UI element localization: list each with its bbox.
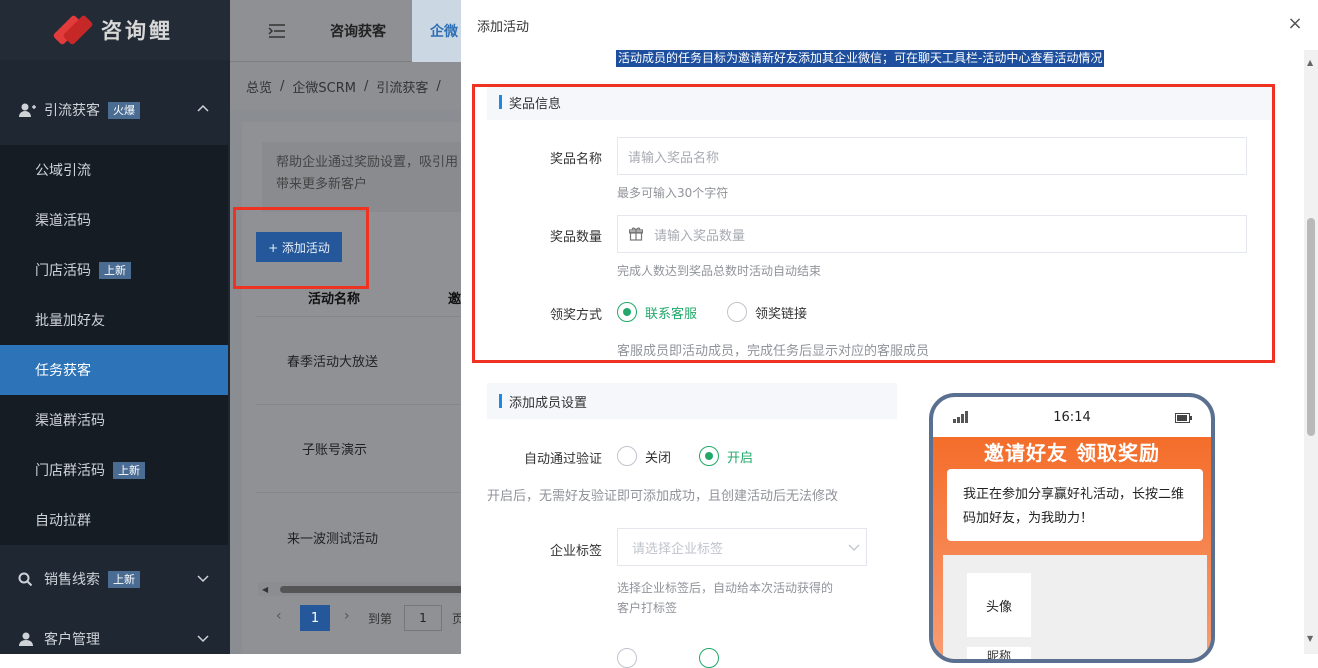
desc-line: 带来更多新客户 (276, 177, 368, 192)
sidebar-item-batch-add-friends[interactable]: 批量加好友 (0, 295, 228, 345)
breadcrumb-separator: / (364, 78, 369, 94)
sidebar-item-label: 任务获客 (35, 363, 91, 379)
radio-unchecked-icon[interactable] (617, 648, 637, 668)
radio-checked-icon (699, 446, 719, 466)
phone-status-bar: 16:14 (933, 397, 1211, 437)
app-name: 咨询鲤 (101, 19, 173, 43)
radio-checked-icon[interactable] (699, 648, 719, 668)
sidebar-item-label: 渠道活码 (35, 213, 91, 229)
sidebar-group-lead-gen[interactable]: 引流获客 火爆 (0, 85, 230, 135)
new-badge: 上新 (113, 461, 145, 479)
scroll-left-icon: ◀ (262, 585, 269, 594)
tag-select-placeholder: 请选择企业标签 (632, 541, 724, 557)
page-description: 帮助企业通过奖励设置，吸引用户 带来更多新客户 (262, 142, 472, 212)
poster-message: 我正在参加分享赢好礼活动，长按二维码加好友，为我助力！ (947, 469, 1203, 541)
enterprise-tag-hint: 选择企业标签后，自动给本次活动获得的 客户打标签 (617, 578, 833, 618)
breadcrumb: 总览 / 企微SCRM / 引流获客 / (230, 62, 470, 110)
user-icon (18, 632, 36, 646)
radio-unchecked-icon (617, 446, 637, 466)
scrollbar-thumb[interactable] (280, 586, 464, 593)
sidebar-item-label: 门店活码 (35, 263, 91, 279)
sidebar-item-label: 自动拉群 (35, 513, 91, 529)
scroll-down-icon: ▼ (1307, 634, 1314, 643)
desc-line: 帮助企业通过奖励设置，吸引用户 (276, 155, 458, 170)
table-row[interactable]: 子账号演示 (256, 405, 466, 493)
sidebar-group-label: 引流获客 (44, 103, 100, 119)
sidebar-item-public-traffic[interactable]: 公域引流 (0, 145, 228, 195)
table-row[interactable]: 来一波测试活动 (256, 493, 466, 581)
phone-time: 16:14 (1053, 409, 1091, 425)
auto-verify-off-radio[interactable]: 关闭 (617, 446, 671, 466)
next-page-icon[interactable]: › (344, 608, 350, 624)
new-badge: 上新 (99, 261, 131, 279)
radio-label: 关闭 (645, 450, 672, 466)
sidebar-group-label: 销售线索 (44, 572, 100, 588)
signal-icon (953, 411, 969, 427)
breadcrumb-item[interactable]: 引流获客 (376, 77, 428, 96)
goto-label: 到第 (368, 612, 393, 626)
sidebar-item-channel-group-code[interactable]: 渠道群活码 (0, 395, 228, 445)
sidebar-item-label: 渠道群活码 (35, 413, 105, 429)
new-badge: 上新 (108, 570, 140, 588)
hint-line: 客户打标签 (617, 601, 678, 615)
logo-mark-icon (52, 13, 94, 47)
enterprise-tag-label: 企业标签 (549, 544, 602, 559)
col-header-name: 活动名称 (308, 291, 361, 307)
user-add-icon (18, 103, 36, 117)
chevron-down-icon (196, 632, 210, 650)
poster-headline: 邀请好友 领取奖励 (984, 441, 1160, 465)
app-logo[interactable]: 咨询鲤 (0, 0, 230, 60)
hint-line: 选择企业标签后，自动给本次活动获得的 (617, 581, 834, 595)
sidebar-item-label: 公域引流 (35, 163, 91, 179)
prev-page-icon[interactable]: ‹ (276, 608, 282, 624)
sidebar-group-sales-leads[interactable]: 销售线索 上新 (0, 554, 230, 604)
search-icon (18, 572, 36, 587)
section-member-settings: 添加成员设置 (487, 383, 897, 419)
selected-description-text: 活动成员的任务目标为邀请新好友添加其企业微信；可在聊天工具栏-活动中心查看活动情… (616, 50, 1105, 67)
sidebar-item-store-code[interactable]: 门店活码 上新 (0, 245, 228, 295)
breadcrumb-item[interactable]: 企微SCRM (292, 77, 356, 96)
sidebar-group-customer-management[interactable]: 客户管理 (0, 614, 230, 664)
sidebar-item-auto-group[interactable]: 自动拉群 (0, 495, 228, 545)
activity-name: 春季活动大放送 (287, 355, 379, 370)
chevron-down-icon (196, 572, 210, 590)
sidebar-item-task-acquisition[interactable]: 任务获客 (0, 345, 228, 395)
auto-verify-label: 自动通过验证 (523, 452, 602, 467)
annotation-highlight-box (472, 84, 1275, 363)
annotation-highlight-box (233, 207, 369, 289)
breadcrumb-item[interactable]: 总览 (246, 77, 272, 96)
sidebar-group-label: 客户管理 (44, 632, 100, 648)
scrollbar-thumb[interactable] (1307, 218, 1315, 436)
sidebar-item-channel-code[interactable]: 渠道活码 (0, 195, 228, 245)
chevron-up-icon (196, 101, 210, 119)
horizontal-scrollbar[interactable]: ◀ (258, 582, 464, 596)
goto-page-input[interactable]: 1 (404, 605, 442, 631)
auto-verify-hint: 开启后，无需好友验证即可添加成功，且创建活动后无法修改 (487, 489, 839, 504)
activity-name: 来一波测试活动 (287, 531, 379, 547)
sidebar-item-label: 门店群活码 (35, 463, 105, 479)
drawer-title: 添加活动 (477, 19, 530, 35)
avatar: 头像 (967, 573, 1031, 637)
menu-fold-icon[interactable] (268, 23, 286, 43)
close-icon[interactable]: × (1284, 13, 1306, 35)
radio-label: 开启 (727, 450, 754, 466)
chevron-down-icon (848, 542, 860, 557)
battery-icon (1175, 412, 1193, 427)
phone-preview: 16:14 邀请好友 领取奖励 我正在参加分享赢好礼活动，长按二维码加好友，为我… (929, 393, 1215, 663)
auto-verify-on-radio[interactable]: 开启 (699, 446, 753, 466)
sidebar-item-label: 批量加好友 (35, 313, 105, 329)
activity-name: 子账号演示 (302, 443, 368, 458)
breadcrumb-separator: / (436, 78, 441, 94)
table-row[interactable]: 春季活动大放送 (256, 317, 466, 405)
hot-badge: 火爆 (108, 101, 140, 119)
tab-consult[interactable]: 咨询获客 (330, 0, 386, 62)
page-number-current[interactable]: 1 (300, 605, 330, 631)
nickname: 昵称 (967, 647, 1031, 659)
scroll-up-icon: ▲ (1307, 58, 1314, 67)
enterprise-tag-select[interactable]: 请选择企业标签 (617, 528, 867, 566)
col-header-invite: 邀 (448, 291, 462, 307)
sidebar-item-store-group-code[interactable]: 门店群活码 上新 (0, 445, 228, 495)
breadcrumb-separator: / (280, 78, 285, 94)
